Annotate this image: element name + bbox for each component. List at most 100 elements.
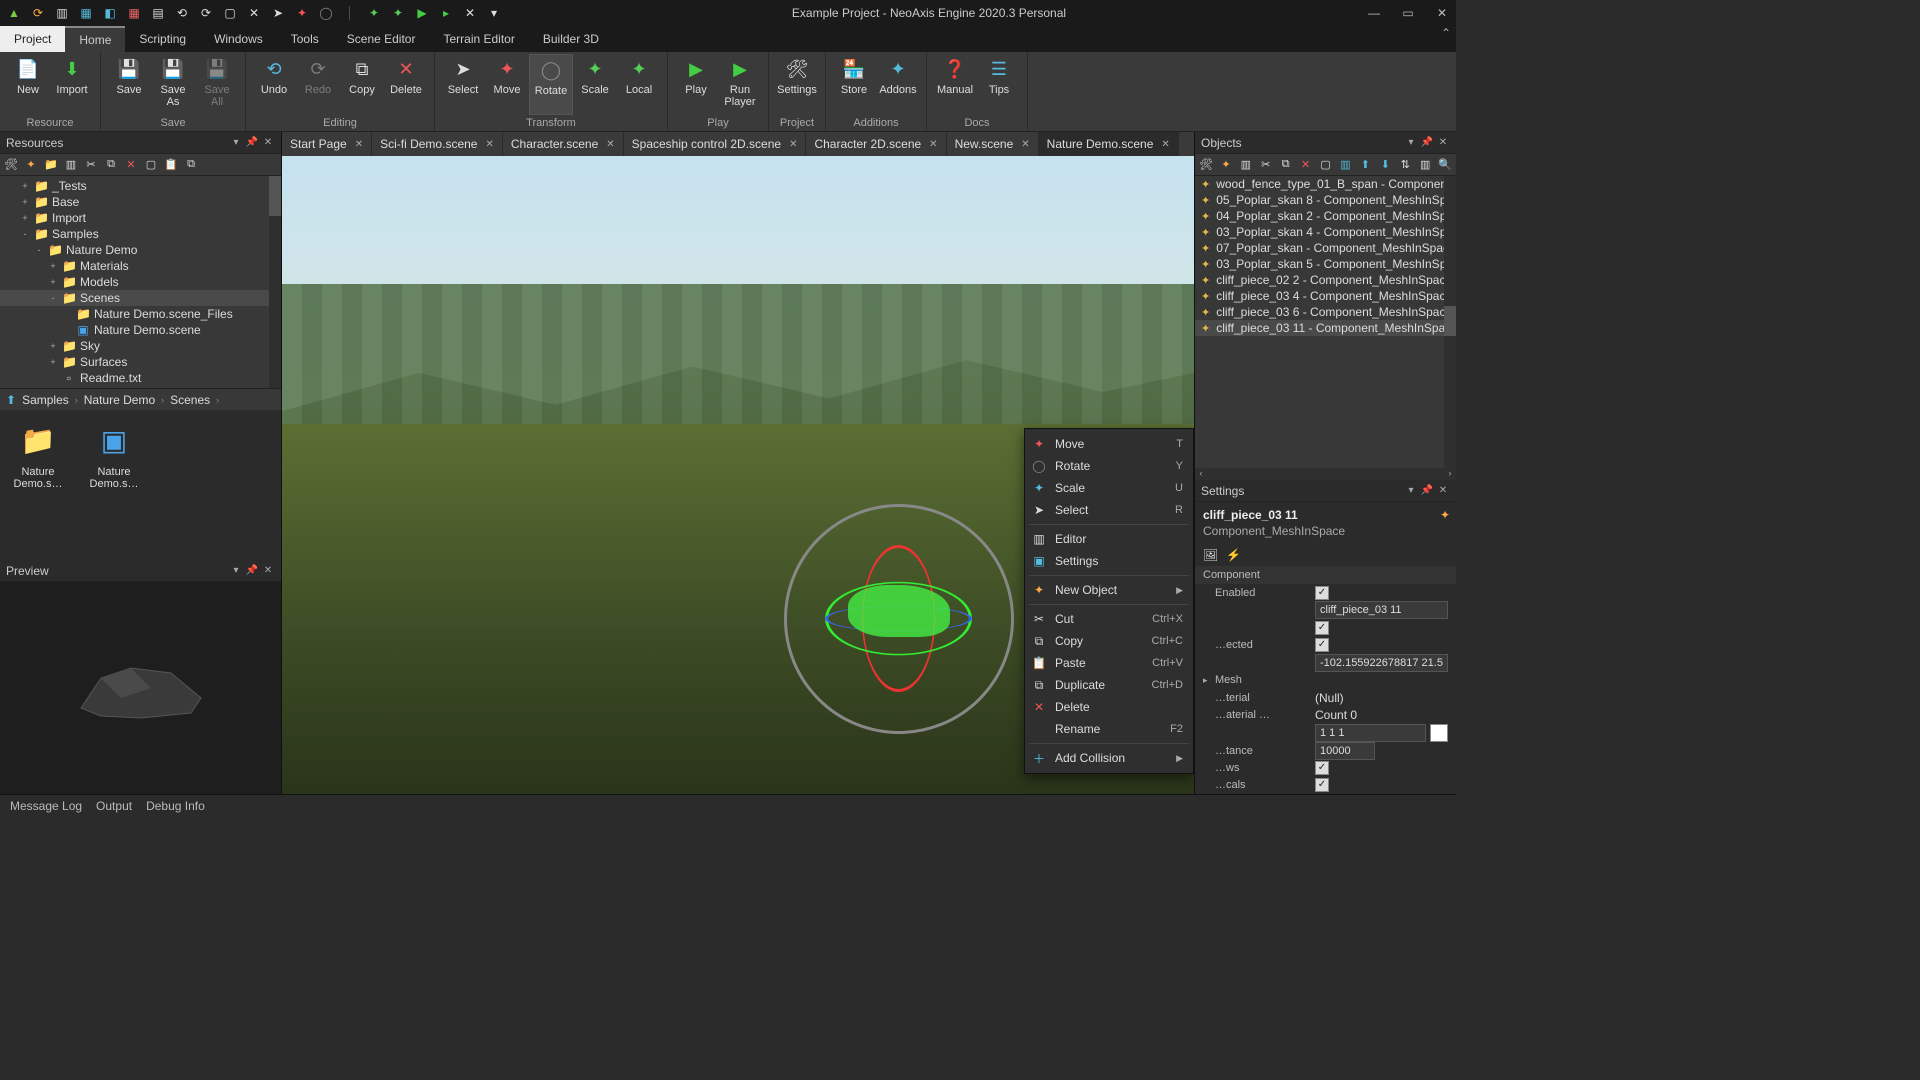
tab-close-icon[interactable]: ✕ — [485, 139, 493, 150]
undo-button[interactable]: ⟲Undo — [252, 54, 296, 115]
play-step-icon[interactable]: ▸ — [438, 5, 454, 21]
document-tab[interactable]: Character.scene✕ — [503, 132, 624, 156]
grid-icon[interactable]: ▦ — [78, 5, 94, 21]
redo-button[interactable]: ⟳Redo — [296, 54, 340, 115]
objects-scrollbar[interactable] — [1444, 176, 1456, 468]
more-icon[interactable]: ▾ — [486, 5, 502, 21]
doc-up-icon[interactable]: ▥ — [1339, 158, 1353, 172]
gizmo-scale-icon[interactable]: ✦ — [366, 5, 382, 21]
crumb[interactable]: Scenes — [170, 393, 210, 407]
close-icon[interactable]: ✕ — [246, 5, 262, 21]
burst-icon[interactable]: ✦ — [1219, 158, 1233, 172]
tree-node[interactable]: ▫Readme.txt — [0, 370, 281, 386]
object-item[interactable]: ✦04_Poplar_skan 2 - Component_MeshInSpac… — [1195, 208, 1456, 224]
expand-icon[interactable]: + — [48, 357, 58, 367]
picture-icon[interactable]: 🖼 — [1203, 548, 1218, 562]
tree-node[interactable]: +📁Models — [0, 274, 281, 290]
addons-button[interactable]: ✦Addons — [876, 54, 920, 115]
expand-icon[interactable]: + — [48, 261, 58, 271]
tree-node[interactable]: +📁Sky — [0, 338, 281, 354]
expand-icon[interactable]: + — [48, 277, 58, 287]
distance-input[interactable]: 10000 — [1315, 742, 1375, 760]
shadows-checkbox[interactable]: ✓ — [1315, 761, 1329, 775]
crumb[interactable]: Nature Demo — [84, 393, 155, 407]
redo-icon[interactable]: ⟳ — [198, 5, 214, 21]
tree-node[interactable]: -📁Nature Demo — [0, 242, 281, 258]
object-item[interactable]: ✦cliff_piece_03 4 - Component_MeshInSpac… — [1195, 288, 1456, 304]
tab-close-icon[interactable]: ✕ — [1161, 139, 1169, 150]
tree-node[interactable]: +📁Import — [0, 210, 281, 226]
filter-icon[interactable]: ▥ — [1418, 158, 1432, 172]
object-item[interactable]: ✦cliff_piece_03 6 - Component_MeshInSpac… — [1195, 304, 1456, 320]
delete-icon[interactable]: ✕ — [124, 158, 138, 172]
dup-icon[interactable]: ⧉ — [184, 158, 198, 172]
tree-node[interactable]: +📁Surfaces — [0, 354, 281, 370]
panel-pin-icon[interactable]: 📌 — [245, 565, 259, 576]
panel-menu-icon[interactable]: ▾ — [1404, 485, 1418, 496]
move-button[interactable]: ✦Move — [485, 54, 529, 115]
tab-close-icon[interactable]: ✕ — [1021, 139, 1029, 150]
tools-icon[interactable]: ✕ — [462, 5, 478, 21]
scale-button[interactable]: ✦Scale — [573, 54, 617, 115]
panel-close-icon[interactable]: ✕ — [261, 137, 275, 148]
new-button[interactable]: 📄New — [6, 54, 50, 115]
document-tab[interactable]: Start Page✕ — [282, 132, 372, 156]
tab-close-icon[interactable]: ✕ — [606, 139, 614, 150]
menu-tab-tools[interactable]: Tools — [277, 26, 333, 52]
ctx-copy[interactable]: ⧉CopyCtrl+C — [1025, 630, 1193, 652]
status-debug-info[interactable]: Debug Info — [146, 799, 205, 813]
thumb-scene[interactable]: ▣ Nature Demo.s… — [84, 418, 144, 552]
select-button[interactable]: ➤Select — [441, 54, 485, 115]
new-file-icon[interactable]: ▥ — [1239, 158, 1253, 172]
objects-list[interactable]: ✦wood_fence_type_01_B_span - Component_M… — [1195, 176, 1456, 468]
tab-close-icon[interactable]: ✕ — [355, 139, 363, 150]
object-item[interactable]: ✦cliff_piece_02 2 - Component_MeshInSpac… — [1195, 272, 1456, 288]
ctx-add-collision[interactable]: ＋Add Collision▶ — [1025, 747, 1193, 769]
menu-tab-scene-editor[interactable]: Scene Editor — [333, 26, 430, 52]
tree-node[interactable]: +📁Sci-fi Demo — [0, 386, 281, 388]
lightning-icon[interactable]: ⚡ — [1226, 548, 1241, 562]
document-tab[interactable]: Character 2D.scene✕ — [806, 132, 946, 156]
delete-icon[interactable]: ✕ — [1299, 158, 1313, 172]
expand-icon[interactable]: + — [20, 213, 30, 223]
ctx-settings[interactable]: ▣Settings — [1025, 550, 1193, 572]
ctx-new-object[interactable]: ✦New Object▶ — [1025, 579, 1193, 601]
objects-h-scrollbar[interactable]: ‹› — [1195, 468, 1456, 480]
enabled-checkbox[interactable]: ✓ — [1315, 586, 1329, 600]
new-doc-icon[interactable]: ▥ — [54, 5, 70, 21]
undo-icon[interactable]: ⟲ — [174, 5, 190, 21]
panel-pin-icon[interactable]: 📌 — [1420, 485, 1434, 496]
crumb[interactable]: Samples — [22, 393, 69, 407]
paste-icon[interactable]: 📋 — [164, 158, 178, 172]
tag-icon[interactable]: ▢ — [144, 158, 158, 172]
local-button[interactable]: ✦Local — [617, 54, 661, 115]
ctx-duplicate[interactable]: ⧉DuplicateCtrl+D — [1025, 674, 1193, 696]
rotate-button[interactable]: ◯Rotate — [529, 54, 573, 115]
folder-icon[interactable]: 📁 — [44, 158, 58, 172]
document-tab[interactable]: New.scene✕ — [947, 132, 1039, 156]
manual-button[interactable]: ❓Manual — [933, 54, 977, 115]
panel-close-icon[interactable]: ✕ — [1436, 485, 1450, 496]
menu-tab-home[interactable]: Home — [65, 26, 125, 52]
vis-checkbox[interactable]: ✓ — [1315, 621, 1329, 635]
expand-icon[interactable]: - — [34, 245, 44, 255]
tree-node[interactable]: 📁Nature Demo.scene_Files — [0, 306, 281, 322]
search-icon[interactable]: 🔍 — [1438, 158, 1452, 172]
document-tab[interactable]: Sci-fi Demo.scene✕ — [372, 132, 503, 156]
tree-node[interactable]: -📁Samples — [0, 226, 281, 242]
menu-tab-windows[interactable]: Windows — [200, 26, 277, 52]
expand-icon[interactable]: - — [48, 293, 58, 303]
transform-input[interactable]: -102.155922678817 21.5 — [1315, 654, 1448, 672]
sort-icon[interactable]: ⇅ — [1398, 158, 1412, 172]
menu-tab-terrain-editor[interactable]: Terrain Editor — [429, 26, 528, 52]
selected-checkbox[interactable]: ✓ — [1315, 638, 1329, 652]
object-item[interactable]: ✦07_Poplar_skan - Component_MeshInSpace — [1195, 240, 1456, 256]
ctx-move[interactable]: ✦MoveT — [1025, 433, 1193, 455]
store-button[interactable]: 🏪Store — [832, 54, 876, 115]
ctx-scale[interactable]: ✦ScaleU — [1025, 477, 1193, 499]
tree-node[interactable]: -📁Scenes — [0, 290, 281, 306]
gizmo-move-icon[interactable]: ✦ — [294, 5, 310, 21]
close-button[interactable]: ✕ — [1434, 6, 1450, 20]
status-output[interactable]: Output — [96, 799, 132, 813]
import-button[interactable]: ⬇Import — [50, 54, 94, 115]
